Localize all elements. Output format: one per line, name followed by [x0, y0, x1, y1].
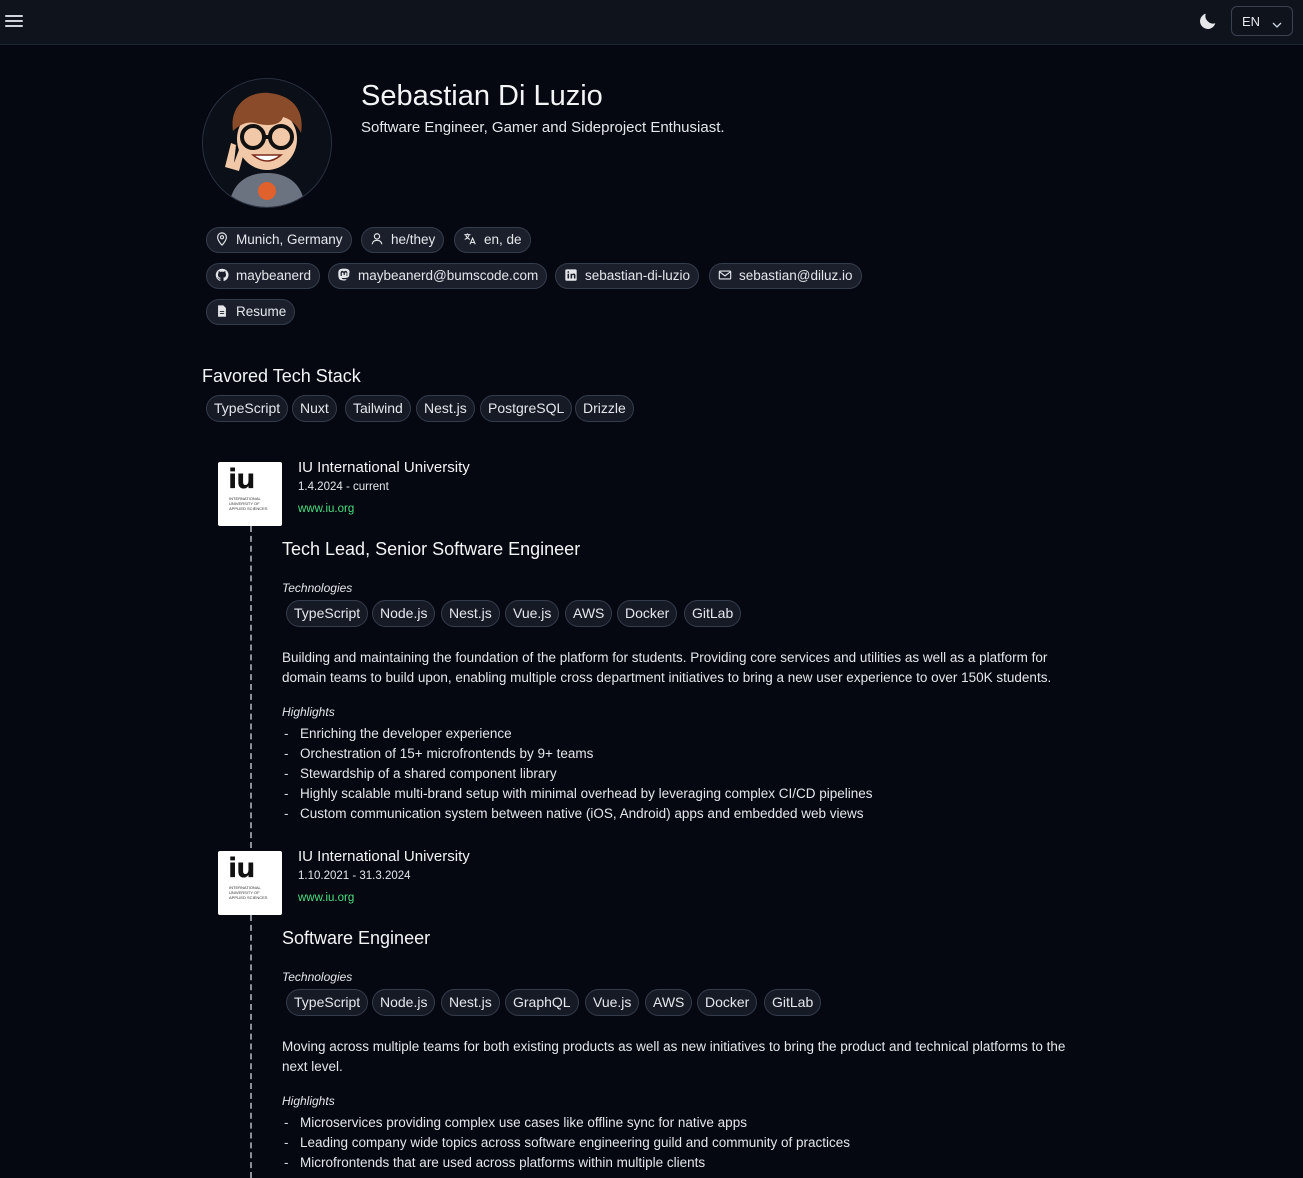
- user-icon: [370, 232, 384, 246]
- avatar: [202, 78, 332, 208]
- technology-tag: AWS: [565, 600, 613, 627]
- language-value: EN: [1242, 14, 1261, 29]
- resume-text: Resume: [236, 304, 287, 319]
- map-pin-icon: [215, 232, 229, 246]
- highlight-item: - Stewardship of a shared component libra…: [284, 766, 557, 781]
- chevron-down-icon: [1272, 16, 1282, 31]
- tech-stack-tag: Nuxt: [292, 395, 337, 422]
- highlight-item: - Leading company wide topics across soft…: [284, 1135, 851, 1150]
- menu-icon[interactable]: [5, 12, 23, 30]
- mail-icon: [718, 268, 732, 282]
- technology-tag: GraphQL: [505, 989, 579, 1016]
- top-bar: EN: [0, 0, 1303, 45]
- profile-name: Sebastian Di Luzio: [361, 80, 603, 112]
- tech-stack-tag: Nest.js: [416, 395, 475, 422]
- pronouns-text: he/they: [391, 232, 436, 247]
- timeline-line: [250, 915, 252, 1178]
- job-description: Moving across multiple teams for both ex…: [282, 1039, 1066, 1074]
- technology-tag: Vue.js: [505, 600, 560, 627]
- job-dates: 1.10.2021 - 31.3.2024: [298, 870, 411, 882]
- job-dates: 1.4.2024 - current: [298, 481, 389, 493]
- technology-tag: Nest.js: [441, 600, 500, 627]
- mastodon-text: maybeanerd@bumscode.com: [358, 268, 539, 283]
- technology-tag: AWS: [645, 989, 693, 1016]
- languages-text: en, de: [484, 232, 522, 247]
- email-link[interactable]: sebastian@diluz.io: [709, 263, 862, 289]
- language-select[interactable]: EN: [1231, 6, 1293, 36]
- linkedin-icon: [564, 268, 578, 282]
- translate-icon: [463, 232, 477, 246]
- highlight-item: - Microservices providing complex use cas…: [284, 1115, 747, 1130]
- logo-text: iu: [228, 853, 256, 884]
- email-text: sebastian@diluz.io: [739, 268, 853, 283]
- logo-subtext: INTERNATIONAL UNIVERSITY OF APPLIED SCIE…: [229, 885, 268, 900]
- tech-stack-tag: Tailwind: [345, 395, 411, 422]
- technology-tag: GitLab: [764, 989, 822, 1016]
- highlight-item: - Orchestration of 15+ microfrontends by …: [284, 746, 594, 761]
- highlight-item: - Microfrontends that are used across pla…: [284, 1155, 706, 1170]
- highlight-item: - Custom communication system between nat…: [284, 806, 864, 821]
- technology-tag: Vue.js: [585, 989, 640, 1016]
- highlights-label: Highlights: [282, 705, 335, 719]
- technology-tag: TypeScript: [286, 989, 369, 1016]
- mastodon-link[interactable]: maybeanerd@bumscode.com: [328, 263, 548, 289]
- technology-tag: Nest.js: [441, 989, 500, 1016]
- profile-tagline: Software Engineer, Gamer and Sideproject…: [361, 119, 725, 136]
- company-name: IU International University: [298, 848, 470, 865]
- linkedin-link[interactable]: sebastian-di-luzio: [555, 263, 700, 289]
- technology-tag: Docker: [617, 600, 678, 627]
- timeline-line: [250, 526, 252, 848]
- github-icon: [215, 268, 229, 282]
- job-role: Software Engineer: [282, 928, 431, 948]
- mastodon-icon: [337, 268, 351, 282]
- linkedin-text: sebastian-di-luzio: [585, 268, 691, 283]
- company-website-link[interactable]: www.iu.org: [298, 503, 354, 515]
- tech-stack-tag: TypeScript: [206, 395, 289, 422]
- job-role: Tech Lead, Senior Software Engineer: [282, 539, 581, 559]
- company-website-link[interactable]: www.iu.org: [298, 892, 354, 904]
- logo-subtext: INTERNATIONAL UNIVERSITY OF APPLIED SCIE…: [229, 496, 268, 511]
- github-text: maybeanerd: [236, 268, 312, 283]
- logo-text: iu: [228, 464, 256, 495]
- technology-tag: Node.js: [372, 600, 436, 627]
- technology-tag: Docker: [697, 989, 758, 1016]
- highlights-label: Highlights: [282, 1094, 335, 1108]
- tech-stack-tag: PostgreSQL: [480, 395, 573, 422]
- highlight-item: - Highly scalable multi-brand setup with …: [284, 786, 873, 801]
- resume-link[interactable]: Resume: [206, 299, 296, 325]
- technologies-label: Technologies: [282, 970, 353, 984]
- github-link[interactable]: maybeanerd: [206, 263, 321, 289]
- technology-tag: TypeScript: [286, 600, 369, 627]
- company-logo: iu INTERNATIONAL UNIVERSITY OF APPLIED S…: [218, 851, 282, 915]
- technology-tag: Node.js: [372, 989, 436, 1016]
- tech-stack-tag: Drizzle: [575, 395, 634, 422]
- highlight-item: - Enriching the developer experience: [284, 726, 512, 741]
- technologies-label: Technologies: [282, 581, 353, 595]
- document-icon: [215, 304, 229, 318]
- pronouns-badge: he/they: [361, 227, 445, 253]
- moon-icon[interactable]: [1197, 10, 1219, 32]
- location-text: Munich, Germany: [236, 232, 343, 247]
- job-description: Building and maintaining the foundation …: [282, 650, 1052, 685]
- company-logo: iu INTERNATIONAL UNIVERSITY OF APPLIED S…: [218, 462, 282, 526]
- company-name: IU International University: [298, 459, 470, 476]
- location-badge: Munich, Germany: [206, 227, 352, 253]
- technology-tag: GitLab: [684, 600, 742, 627]
- languages-badge: en, de: [454, 227, 531, 253]
- tech-stack-title: Favored Tech Stack: [202, 366, 361, 386]
